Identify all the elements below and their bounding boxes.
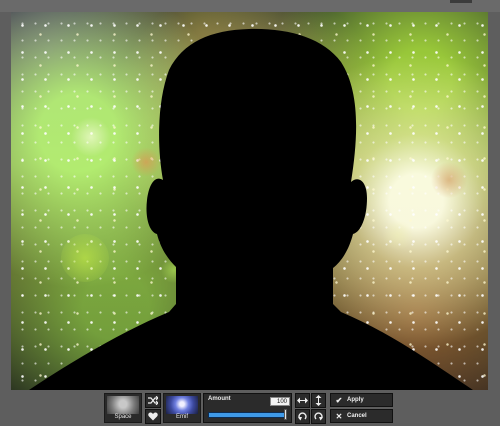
preset-thumbnail-emif[interactable]: Emif bbox=[163, 393, 201, 423]
rotate-right-button[interactable] bbox=[311, 409, 326, 424]
image-canvas[interactable] bbox=[11, 12, 488, 390]
apply-label: Apply bbox=[347, 397, 364, 403]
top-strip bbox=[0, 0, 500, 12]
amount-label: Amount bbox=[208, 396, 231, 402]
amount-panel: Amount 100 bbox=[203, 393, 292, 423]
amount-slider-fill bbox=[209, 413, 286, 417]
amount-value-field[interactable]: 100 bbox=[270, 397, 290, 406]
close-icon: ✕ bbox=[335, 411, 343, 421]
cancel-label: Cancel bbox=[347, 413, 367, 419]
heart-icon bbox=[148, 412, 158, 421]
apply-button[interactable]: ✔ Apply bbox=[330, 393, 393, 407]
cancel-button[interactable]: ✕ Cancel bbox=[330, 409, 393, 423]
preset-thumbnail-space[interactable]: Space bbox=[104, 393, 142, 423]
shuffle-icon bbox=[148, 396, 158, 405]
shuffle-button[interactable] bbox=[145, 393, 161, 408]
favorite-button[interactable] bbox=[145, 409, 161, 424]
thumbnail-label: Space bbox=[114, 414, 132, 420]
flip-vertical-icon bbox=[315, 395, 322, 406]
space-preset-thumbnail bbox=[107, 396, 139, 414]
rotate-left-button[interactable] bbox=[295, 409, 310, 424]
flip-vertical-button[interactable] bbox=[311, 393, 326, 408]
rotate-right-icon bbox=[314, 412, 323, 421]
thumbnail-label: Emif bbox=[176, 414, 188, 420]
emif-preset-thumbnail bbox=[166, 396, 198, 414]
amount-slider[interactable] bbox=[208, 412, 287, 418]
rotate-left-icon bbox=[298, 412, 307, 421]
flip-horizontal-button[interactable] bbox=[295, 393, 310, 408]
checkmark-icon: ✔ bbox=[335, 395, 343, 405]
top-edge-marker bbox=[450, 0, 472, 3]
effects-toolbar: Space Emif Amount 100 ✔ Apply ✕ Cancel bbox=[0, 391, 500, 426]
head-silhouette bbox=[29, 28, 473, 390]
amount-slider-handle[interactable] bbox=[284, 409, 287, 420]
flip-horizontal-icon bbox=[297, 397, 308, 404]
